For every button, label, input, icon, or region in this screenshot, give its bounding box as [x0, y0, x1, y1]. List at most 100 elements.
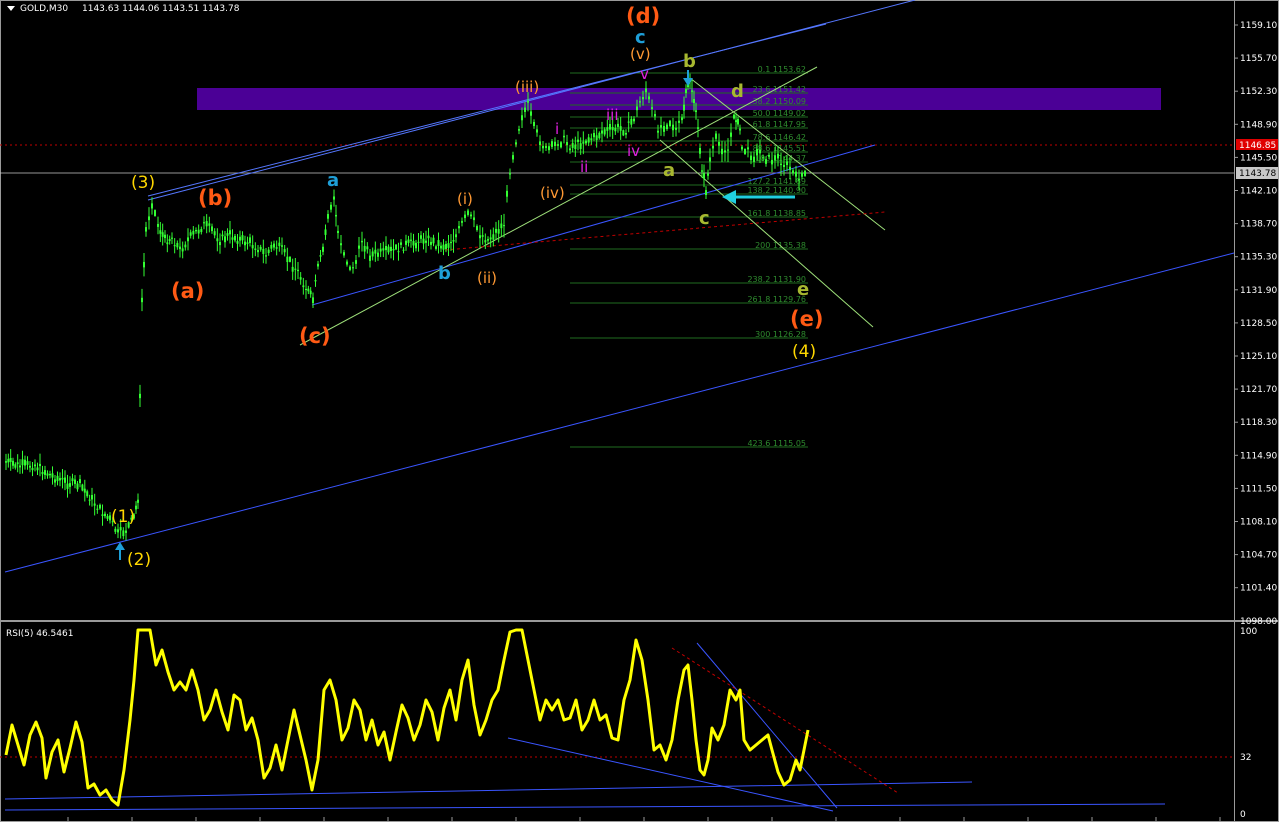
candle-body	[470, 214, 472, 217]
candle-body	[798, 179, 800, 181]
symbol-dropdown-icon[interactable]	[7, 6, 15, 11]
candle-body	[291, 266, 294, 272]
candle-body	[200, 229, 203, 233]
candle-body	[76, 483, 79, 490]
fib-level-label: 138.2 1140.90	[747, 186, 806, 195]
candle-body	[114, 528, 117, 532]
candle-body	[265, 255, 267, 257]
candle-body	[622, 130, 625, 136]
candle-body	[636, 106, 638, 111]
candle-body	[455, 234, 457, 238]
candle-body	[208, 223, 211, 226]
candle-body	[518, 129, 520, 131]
candle-body	[705, 190, 707, 196]
candle-body	[786, 161, 788, 166]
candle-body	[46, 473, 49, 476]
candle-body	[125, 530, 127, 533]
candle-body	[554, 141, 556, 146]
candle-body	[119, 527, 122, 531]
rsi-tick-0: 0	[1240, 810, 1246, 820]
candle-body	[330, 204, 332, 210]
wave-label-iv-paren: (iv)	[540, 184, 565, 202]
candle-body	[251, 245, 254, 249]
candle-body	[151, 203, 153, 209]
candle-body	[104, 513, 106, 517]
candle-body	[780, 163, 782, 166]
candle-body	[24, 459, 26, 466]
candle-body	[685, 89, 687, 93]
candle-body	[371, 251, 374, 257]
candle-body	[12, 460, 14, 466]
price-tick-label: 1114.90	[1240, 451, 1277, 461]
fib-level-label: 50.0 1149.02	[753, 109, 806, 118]
resistance-zone[interactable]	[197, 88, 1161, 110]
candle-body	[387, 246, 390, 253]
wave-label-olive-a: a	[663, 160, 675, 181]
candle-body	[495, 228, 497, 233]
candle-body	[229, 230, 231, 235]
candle-body	[349, 266, 351, 270]
wave-label-blue-b: b	[438, 263, 451, 284]
candle-body	[211, 226, 213, 232]
candle-body	[51, 473, 54, 478]
candle-body	[14, 464, 17, 468]
candle-body	[759, 149, 761, 154]
candle-body	[427, 235, 430, 239]
candle-body	[195, 229, 197, 232]
candle-body	[417, 241, 420, 243]
candle-body	[159, 230, 162, 234]
candle-body	[412, 241, 415, 246]
candle-body	[792, 170, 794, 174]
candle-body	[727, 149, 729, 151]
candle-body	[39, 463, 41, 467]
rsi-trendline-4	[696, 642, 838, 809]
candle-body	[239, 236, 241, 241]
candle-body	[479, 235, 481, 239]
rsi-panel[interactable]: RSI(5) 46.5461 100 32 0	[0, 627, 1257, 820]
candle-body	[678, 120, 680, 123]
wave-label-4: (4)	[792, 342, 816, 362]
candle-body	[539, 141, 541, 145]
wave-label-2: (2)	[127, 550, 151, 570]
candle-body	[585, 140, 587, 144]
wave-label-ii-paren: (ii)	[477, 269, 497, 287]
candle-body	[299, 277, 302, 280]
wave-label-b-paren: (b)	[198, 186, 232, 210]
candle-body	[337, 230, 339, 234]
wave-label-olive-e: e	[797, 279, 809, 300]
candle-body	[639, 101, 641, 103]
candle-body	[450, 241, 452, 244]
candle-body	[697, 127, 699, 129]
fib-level-label: 300 1126.28	[755, 330, 806, 339]
candle-body	[278, 242, 281, 246]
main-chart[interactable]: 0.1 1153.62 23.6 1151.42 38.2 1150.09 50.0 …	[0, 0, 1279, 822]
candle-body	[593, 133, 595, 138]
candle-body	[286, 256, 289, 263]
candle-body	[333, 196, 335, 200]
candle-body	[619, 126, 622, 131]
candle-body	[735, 120, 737, 123]
rsi-label: RSI(5) 46.5461	[6, 629, 73, 639]
candle-body	[71, 478, 74, 482]
candle-body	[86, 491, 89, 497]
candle-body	[219, 242, 221, 246]
candle-body	[569, 148, 571, 151]
candle-body	[642, 97, 644, 100]
candle-body	[49, 473, 51, 476]
candle-body	[741, 146, 743, 150]
price-axis[interactable]: 1159.10 1155.70 1152.30 1148.90 1145.50 1142.…	[1234, 21, 1277, 627]
price-candles[interactable]	[5, 73, 806, 541]
candle-body	[275, 247, 278, 249]
candle-body	[139, 393, 141, 399]
candle-body	[410, 239, 412, 241]
price-tick-label: 1135.30	[1240, 253, 1277, 263]
candle-body	[221, 234, 224, 237]
candle-body	[327, 214, 329, 219]
fib-level-label: 23.6 1151.42	[753, 85, 806, 94]
candle-body	[750, 155, 752, 161]
candle-body	[7, 458, 10, 463]
candle-body	[224, 236, 226, 243]
candle-body	[241, 235, 244, 241]
current-price: 1143.78	[1239, 169, 1276, 179]
candle-body	[724, 150, 726, 153]
